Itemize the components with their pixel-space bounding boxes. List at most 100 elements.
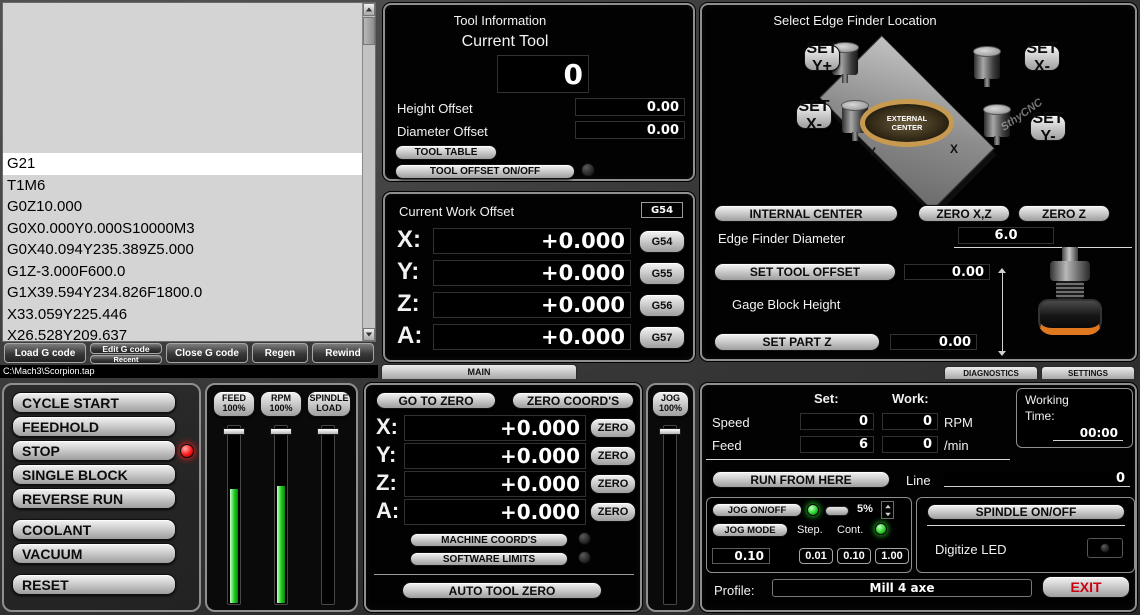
dro-y-value[interactable]: +0.000: [404, 443, 586, 469]
spindle-settings-panel: SPINDLE ON/OFF Digitize LED: [916, 497, 1135, 573]
single-block-button[interactable]: SINGLE BLOCK: [12, 464, 176, 485]
set-x-minus-left-button[interactable]: SETX-: [796, 103, 832, 129]
gcode-lines[interactable]: G21 T1M6 G0Z10.000 G0X0.000Y0.000S10000M…: [3, 153, 363, 342]
work-offset-x-value[interactable]: +0.000: [433, 228, 631, 254]
g56-button[interactable]: G56: [639, 294, 685, 317]
dro-a-value[interactable]: +0.000: [404, 499, 586, 525]
rpm-override-slider[interactable]: [274, 425, 288, 605]
jog-speed-slider[interactable]: [825, 506, 849, 516]
rpm-slider-handle[interactable]: [270, 428, 292, 435]
dro-z-value[interactable]: +0.000: [404, 471, 586, 497]
set-y-minus-button[interactable]: SETY-: [1030, 115, 1066, 141]
zero-x-button[interactable]: ZERO: [590, 418, 636, 438]
g57-button[interactable]: G57: [639, 326, 685, 349]
zero-y-button[interactable]: ZERO: [590, 446, 636, 466]
g55-button[interactable]: G55: [639, 262, 685, 285]
work-offset-a-value[interactable]: +0.000: [433, 324, 631, 350]
gcode-line[interactable]: G0Z10.000: [3, 196, 363, 218]
feed-set-value[interactable]: 6: [800, 436, 874, 453]
scroll-down-icon[interactable]: [363, 328, 375, 341]
run-from-here-button[interactable]: RUN FROM HERE: [712, 471, 890, 488]
jog-mode-button[interactable]: JOG MODE: [712, 523, 788, 537]
zero-z-dro-button[interactable]: ZERO: [590, 474, 636, 494]
speed-set-value[interactable]: 0: [800, 413, 874, 430]
gcode-line[interactable]: G0X0.000Y0.000S10000M3: [3, 218, 363, 240]
set-x-minus-top-button[interactable]: SETX-: [1024, 45, 1060, 71]
tool-offset-onoff-button[interactable]: TOOL OFFSET ON/OFF: [395, 164, 575, 179]
profile-value[interactable]: Mill 4 axe: [772, 579, 1032, 597]
step-0.01-button[interactable]: 0.01: [799, 548, 833, 564]
gcode-line[interactable]: X33.059Y225.446: [3, 304, 363, 326]
dro-x-value[interactable]: +0.000: [404, 415, 586, 441]
set-part-z-button[interactable]: SET PART Z: [714, 333, 880, 351]
zero-xz-button[interactable]: ZERO X,Z: [918, 205, 1010, 222]
goto-zero-button[interactable]: GO TO ZERO: [376, 392, 496, 409]
tool-offset-value[interactable]: 0.00: [904, 264, 990, 280]
reverse-run-button[interactable]: REVERSE RUN: [12, 488, 176, 509]
gcode-line[interactable]: T1M6: [3, 175, 363, 197]
part-z-value[interactable]: 0.00: [890, 334, 977, 350]
tab-main[interactable]: MAIN: [381, 364, 577, 379]
gage-block-illustration: [1022, 245, 1132, 357]
stop-button[interactable]: STOP: [12, 440, 176, 461]
tool-table-button[interactable]: TOOL TABLE: [395, 145, 497, 160]
set-label: SET: [806, 40, 837, 58]
edge-finder-diameter-value[interactable]: 6.0: [958, 227, 1054, 244]
step-0.10-button[interactable]: 0.10: [837, 548, 871, 564]
vacuum-button[interactable]: VACUUM: [12, 543, 176, 564]
coolant-button[interactable]: COOLANT: [12, 519, 176, 540]
machine-coords-button[interactable]: MACHINE COORD'S: [410, 533, 568, 547]
zero-coords-button[interactable]: ZERO COORD'S: [512, 392, 634, 409]
feed-slider-handle[interactable]: [223, 428, 245, 435]
gcode-line[interactable]: G1X39.594Y234.826F1800.0: [3, 282, 363, 304]
gcode-line[interactable]: G0X40.094Y235.389Z5.000: [3, 239, 363, 261]
feedhold-button[interactable]: FEEDHOLD: [12, 416, 176, 437]
exit-button[interactable]: EXIT: [1042, 576, 1130, 598]
scroll-up-icon[interactable]: [363, 3, 375, 16]
jog-override-slider[interactable]: [663, 425, 677, 605]
cycle-start-button[interactable]: CYCLE START: [12, 392, 176, 413]
tab-settings[interactable]: SETTINGS: [1041, 366, 1135, 379]
divider: [374, 574, 634, 575]
line-value[interactable]: 0: [944, 471, 1130, 487]
set-axis: X-: [1034, 58, 1050, 76]
diameter-offset-value[interactable]: 0.00: [575, 121, 685, 139]
software-limits-button[interactable]: SOFTWARE LIMITS: [410, 552, 568, 566]
gcode-scrollbar[interactable]: [362, 3, 375, 341]
auto-tool-zero-button[interactable]: AUTO TOOL ZERO: [402, 582, 602, 599]
jog-onoff-button[interactable]: JOG ON/OFF: [712, 503, 802, 517]
load-gcode-button[interactable]: Load G code: [4, 343, 86, 363]
tab-diagnostics[interactable]: DIAGNOSTICS: [944, 366, 1038, 379]
g54-button[interactable]: G54: [639, 230, 685, 253]
external-center-button[interactable]: EXTERNAL CENTER: [860, 99, 954, 147]
current-tool-value[interactable]: 0: [497, 55, 589, 93]
work-offset-y-value[interactable]: +0.000: [433, 260, 631, 286]
zero-a-button[interactable]: ZERO: [590, 502, 636, 522]
zero-z-button[interactable]: ZERO Z: [1018, 205, 1110, 222]
close-gcode-button[interactable]: Close G code: [166, 343, 248, 363]
step-1.00-button[interactable]: 1.00: [875, 548, 909, 564]
rewind-button[interactable]: Rewind: [312, 343, 374, 363]
recent-gcode-button[interactable]: Recent: [90, 355, 162, 364]
set-tool-offset-button[interactable]: SET TOOL OFFSET: [714, 263, 896, 281]
time-label: Time:: [1025, 409, 1055, 423]
jog-slider-handle[interactable]: [659, 428, 681, 435]
gcode-line-current[interactable]: G21: [3, 153, 363, 175]
gcode-line[interactable]: X26.528Y209.637: [3, 325, 363, 342]
reset-button[interactable]: RESET: [12, 574, 176, 595]
scrollbar-thumb[interactable]: [363, 17, 375, 45]
regen-button[interactable]: Regen: [252, 343, 308, 363]
internal-center-button[interactable]: INTERNAL CENTER: [714, 205, 898, 222]
feed-override-slider[interactable]: [227, 425, 241, 605]
step-size-value[interactable]: 0.10: [712, 548, 770, 564]
gcode-line[interactable]: G1Z-3.000F600.0: [3, 261, 363, 283]
work-offset-z-value[interactable]: +0.000: [433, 292, 631, 318]
stepper-down-icon[interactable]: [885, 512, 891, 516]
spindle-onoff-button[interactable]: SPINDLE ON/OFF: [927, 504, 1125, 520]
stepper-up-icon[interactable]: [885, 504, 891, 508]
jog-speed-stepper[interactable]: [881, 501, 894, 519]
set-y-plus-button[interactable]: SETY+: [804, 45, 840, 71]
edit-gcode-button[interactable]: Edit G code: [90, 343, 162, 354]
jog-override-panel: JOG100%: [646, 383, 695, 612]
height-offset-value[interactable]: 0.00: [575, 98, 685, 116]
